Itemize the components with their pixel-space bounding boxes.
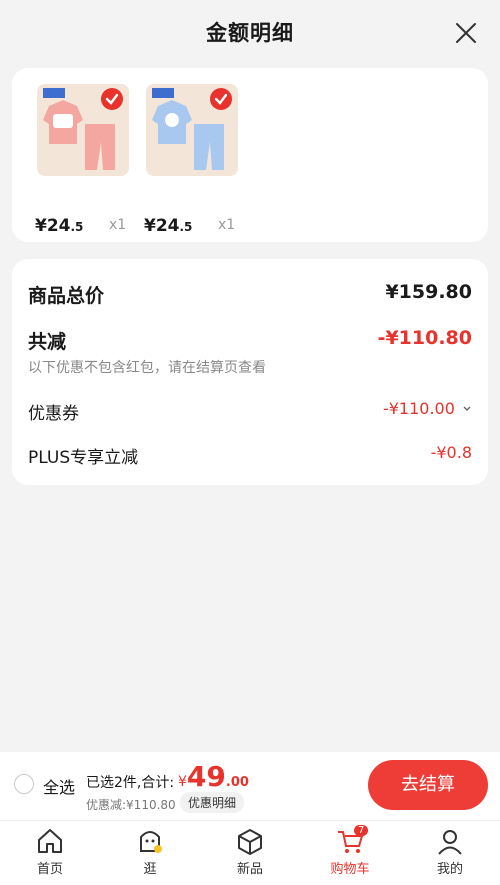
check-icon xyxy=(101,88,123,110)
product-price: ¥24.5 xyxy=(35,216,84,236)
coupon-value-wrap: -¥110.00 xyxy=(383,399,472,418)
discount-total: 优惠减:¥110.80 xyxy=(86,798,176,812)
products-card: ¥24.5 x1 ¥24.5 x1 xyxy=(12,68,488,242)
tab-bar: 首页 逛 新品 7 购物车 我的 xyxy=(0,820,500,885)
new-products-icon xyxy=(238,829,262,855)
settlement-bar: 全选 已选2件,合计: ¥49.00 优惠减:¥110.80 优惠明细 去结算 xyxy=(0,752,500,820)
total-price-label: 商品总价 xyxy=(28,285,105,307)
total-amount: ¥49.00 xyxy=(178,760,249,793)
product-item[interactable]: ¥24.5 x1 xyxy=(35,84,129,236)
reduce-note: 以下优惠不包含红包，请在结算页查看 xyxy=(28,360,266,376)
home-icon xyxy=(38,829,62,853)
tab-browse[interactable]: 逛 xyxy=(120,827,180,877)
check-icon xyxy=(210,88,232,110)
chevron-down-icon[interactable] xyxy=(462,404,472,414)
tab-profile[interactable]: 我的 xyxy=(420,827,480,877)
reduce-value: -¥110.80 xyxy=(377,327,472,349)
price-summary-card: 商品总价 ¥159.80 共减 -¥110.80 以下优惠不包含红包，请在结算页… xyxy=(12,259,488,485)
plus-label: PLUS专享立减 xyxy=(28,448,139,468)
close-icon[interactable] xyxy=(454,21,478,45)
product-image xyxy=(146,84,238,176)
product-qty: x1 xyxy=(218,217,236,233)
product-item[interactable]: ¥24.5 x1 xyxy=(144,84,238,236)
tab-cart[interactable]: 7 购物车 xyxy=(320,825,380,877)
coupon-value: -¥110.00 xyxy=(382,399,455,418)
product-image xyxy=(37,84,129,176)
total-price-value: ¥159.80 xyxy=(385,281,472,303)
header: 金额明细 xyxy=(0,0,500,66)
select-all-radio[interactable] xyxy=(14,774,34,794)
reduce-label: 共减 xyxy=(28,331,67,353)
page-title: 金额明细 xyxy=(206,21,294,45)
tab-new-products[interactable]: 新品 xyxy=(220,827,280,877)
product-qty: x1 xyxy=(109,217,127,233)
plus-value: -¥0.8 xyxy=(430,443,472,462)
coupon-label: 优惠券 xyxy=(28,404,79,424)
tab-home[interactable]: 首页 xyxy=(20,827,80,877)
cart-badge: 7 xyxy=(354,825,369,836)
discount-detail-button[interactable]: 优惠明细 xyxy=(180,792,245,813)
checkout-button[interactable]: 去结算 xyxy=(368,760,488,810)
browse-icon xyxy=(140,831,162,853)
selected-info: 已选2件,合计: xyxy=(86,775,175,791)
profile-icon xyxy=(438,830,462,855)
select-all-label[interactable]: 全选 xyxy=(43,774,75,798)
product-price: ¥24.5 xyxy=(144,216,193,236)
